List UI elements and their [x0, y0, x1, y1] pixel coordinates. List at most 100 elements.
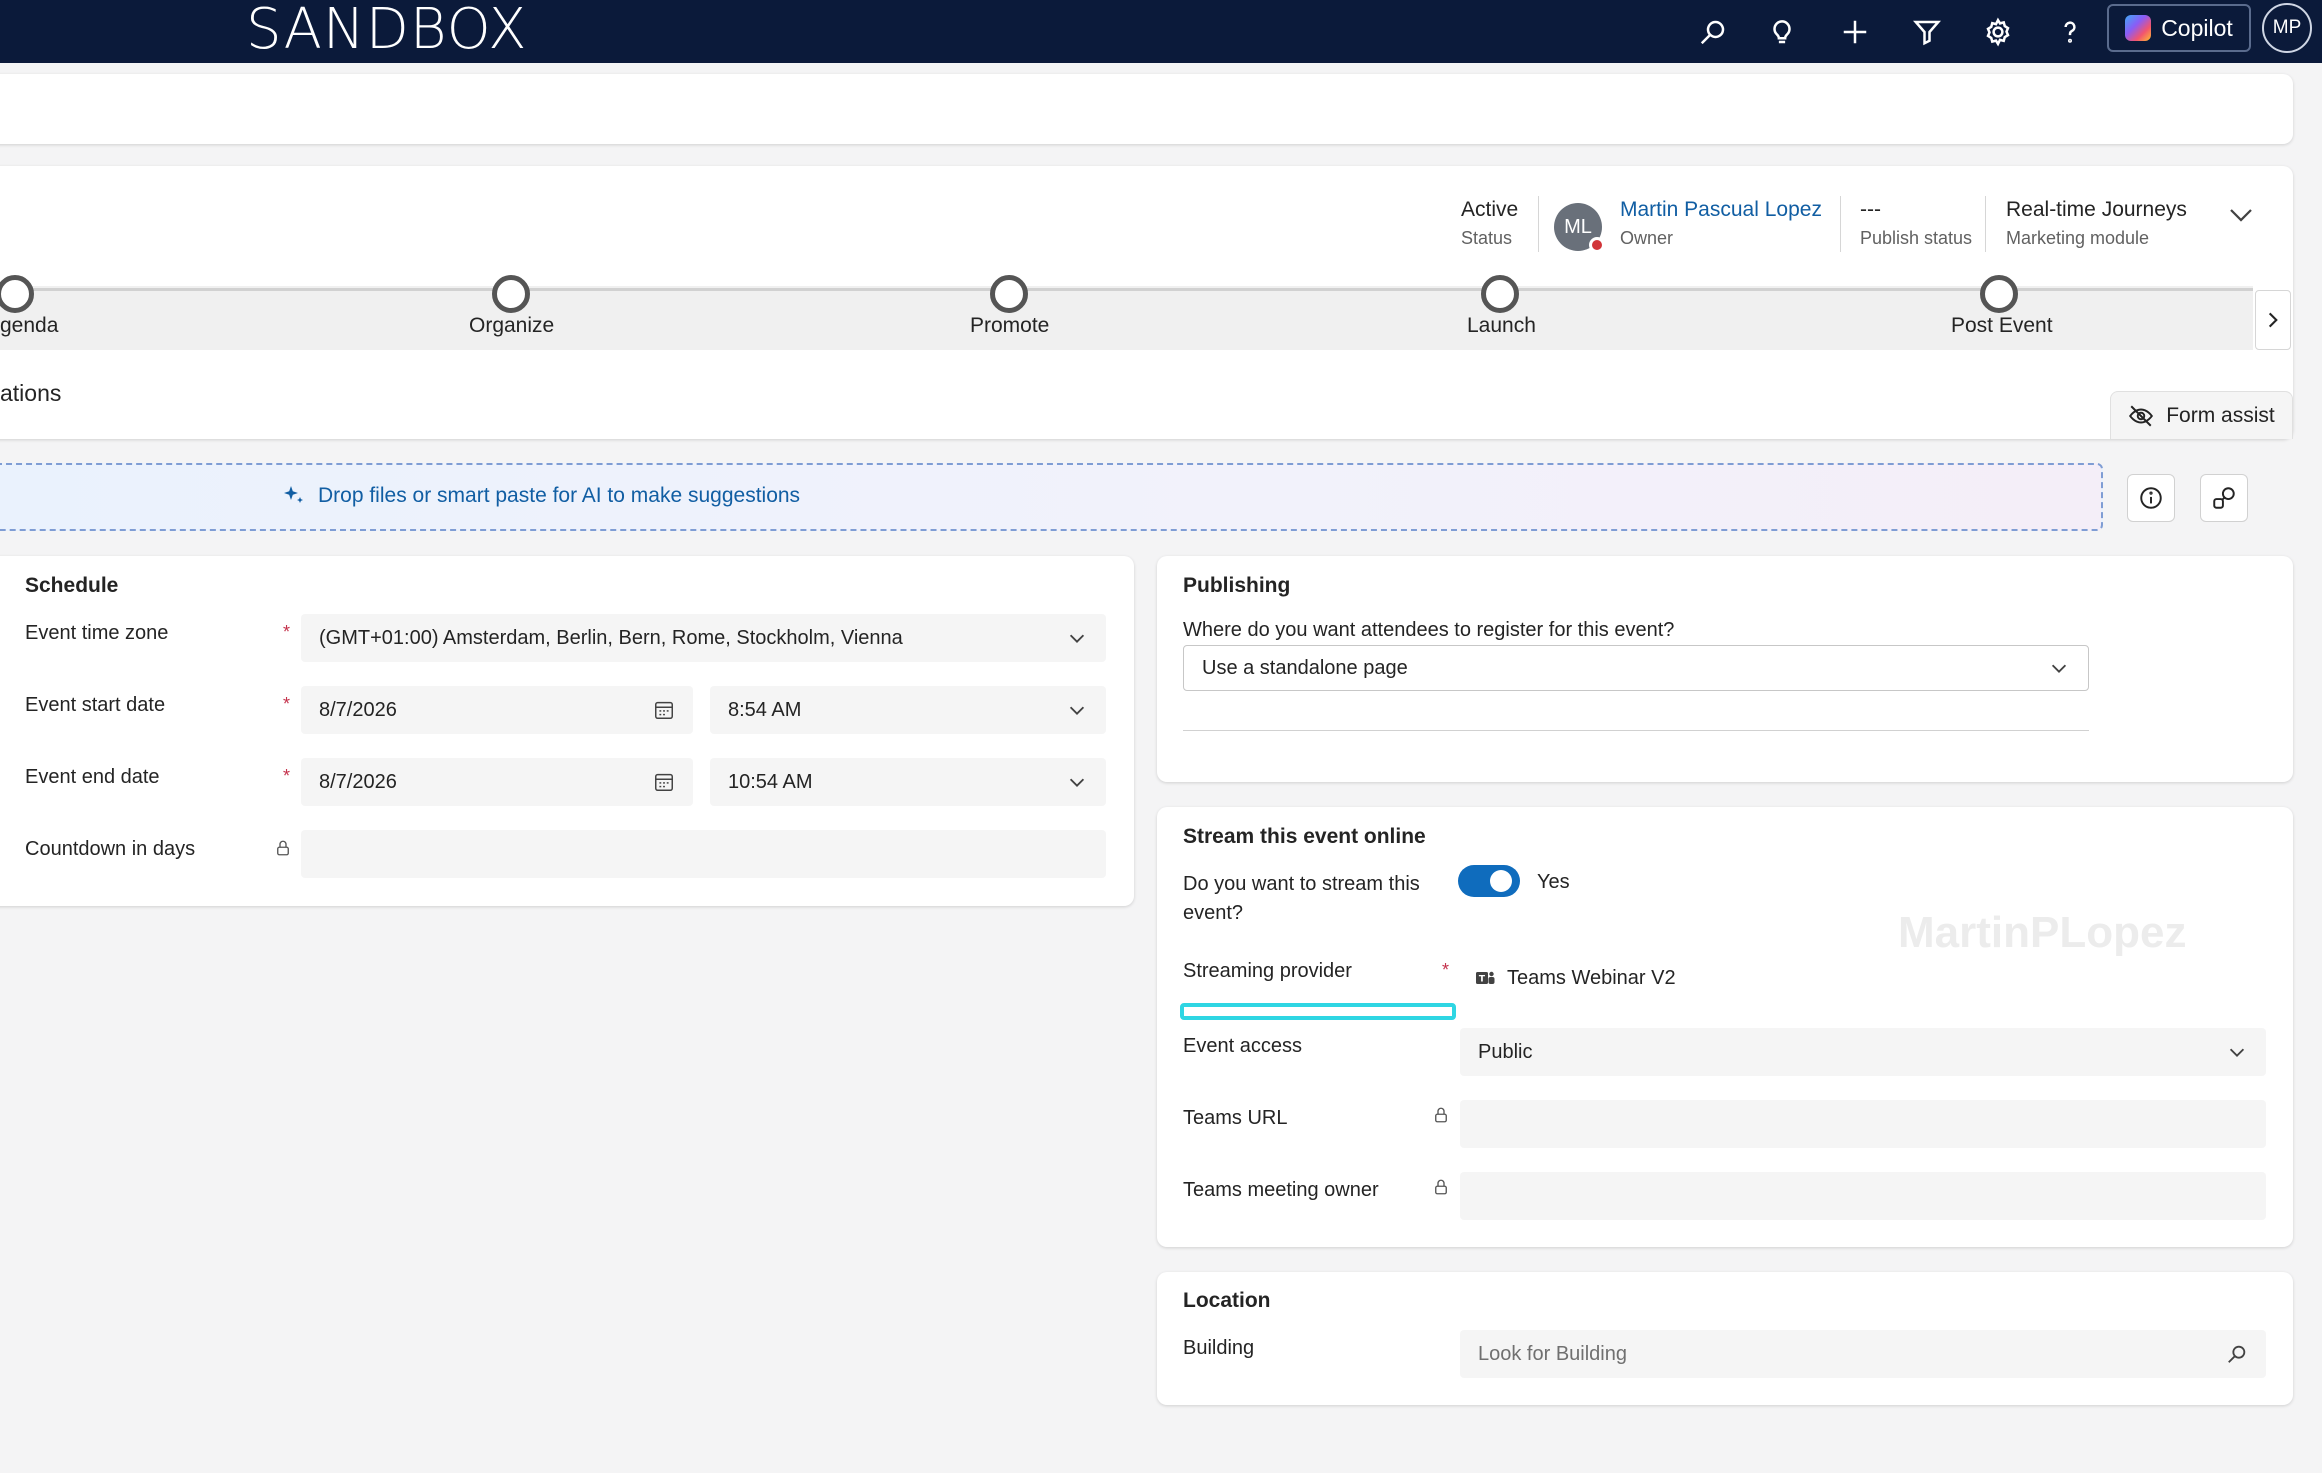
copilot-icon	[2125, 15, 2152, 41]
command-bar	[0, 74, 2293, 144]
event-time-zone-select[interactable]: (GMT+01:00) Amsterdam, Berlin, Bern, Rom…	[301, 614, 1106, 662]
teams-url-label: Teams URL	[1183, 1107, 1288, 1129]
gear-icon[interactable]	[1974, 8, 2022, 56]
building-lookup-input[interactable]: Look for Building	[1460, 1330, 2266, 1378]
event-time-zone-label: Event time zone	[25, 622, 169, 644]
registration-location-label: Where do you want attendees to register …	[1183, 619, 1675, 641]
marketing-module-value: Real-time Journeys	[2006, 198, 2187, 221]
stream-question-line2: event?	[1183, 902, 1244, 924]
stream-question-label: Do you want to stream this event?	[1183, 873, 1420, 925]
header-divider	[1538, 196, 1539, 252]
event-start-time-value: 8:54 AM	[728, 698, 802, 721]
chevron-down-icon	[1069, 634, 1085, 643]
stage-post-event-circle[interactable]	[1980, 275, 2018, 313]
copilot-label: Copilot	[2161, 14, 2233, 41]
stream-question-line1: Do you want to stream this	[1183, 873, 1420, 895]
teams-url-field	[1460, 1100, 2266, 1148]
ai-drop-zone-prompt[interactable]: Drop files or smart paste for AI to make…	[282, 484, 800, 508]
chevron-down-icon[interactable]	[2226, 200, 2256, 230]
suggestions-button[interactable]	[2200, 474, 2248, 522]
streaming-provider-value[interactable]: Teams Webinar V2	[1507, 967, 1676, 990]
suggestion-icon	[2213, 487, 2235, 509]
stage-agenda-label[interactable]: genda	[0, 314, 58, 338]
building-label: Building	[1183, 1337, 1255, 1359]
stage-organize-circle[interactable]	[492, 275, 530, 313]
event-start-date-input[interactable]: 8/7/2026	[301, 686, 693, 734]
stage-launch-circle[interactable]	[1481, 275, 1519, 313]
stage-promote-label[interactable]: Promote	[970, 314, 1049, 338]
registration-location-value: Use a standalone page	[1202, 656, 1408, 679]
stage-launch-label[interactable]: Launch	[1467, 314, 1536, 338]
owner-label: Owner	[1620, 228, 1674, 248]
event-end-time-value: 10:54 AM	[728, 770, 813, 793]
stage-promote-circle[interactable]	[990, 275, 1028, 313]
event-start-date-label: Event start date	[25, 694, 166, 716]
filter-icon[interactable]	[1903, 8, 1951, 56]
event-start-time-select[interactable]: 8:54 AM	[710, 686, 1106, 734]
publish-status-field: --- Publish status	[1860, 198, 1972, 249]
lightbulb-icon[interactable]	[1758, 8, 1806, 56]
event-end-date-value: 8/7/2026	[319, 770, 397, 793]
header-divider	[1840, 196, 1841, 252]
chevron-down-icon	[2229, 1048, 2245, 1057]
focus-highlight	[1180, 1003, 1456, 1020]
search-icon[interactable]	[1689, 8, 1737, 56]
building-placeholder: Look for Building	[1478, 1342, 1627, 1365]
teams-meeting-owner-field	[1460, 1172, 2266, 1220]
marketing-module-field: Real-time Journeys Marketing module	[2006, 198, 2187, 249]
teams-icon: T	[1473, 966, 1497, 995]
lock-icon	[1432, 1105, 1450, 1130]
event-access-select[interactable]: Public	[1460, 1028, 2266, 1076]
stage-post-event-label[interactable]: Post Event	[1951, 314, 2053, 338]
required-marker: *	[283, 694, 291, 714]
event-end-time-select[interactable]: 10:54 AM	[710, 758, 1106, 806]
lock-icon	[1432, 1177, 1450, 1202]
status-label: Status	[1461, 228, 1513, 248]
event-time-zone-value: (GMT+01:00) Amsterdam, Berlin, Bern, Rom…	[319, 626, 903, 649]
plus-icon[interactable]	[1831, 8, 1879, 56]
countdown-in-days-field	[301, 830, 1106, 878]
next-stage-button[interactable]	[2255, 290, 2291, 350]
tab-registrations[interactable]: ations	[0, 380, 61, 407]
event-access-label: Event access	[1183, 1035, 1302, 1057]
field-divider	[1183, 730, 2089, 731]
required-marker: *	[283, 622, 291, 642]
stream-toggle-label: Yes	[1537, 871, 1570, 893]
countdown-in-days-label: Countdown in days	[25, 838, 196, 860]
publish-status-value: ---	[1860, 198, 1881, 221]
chevron-down-icon	[1069, 778, 1085, 787]
event-end-date-input[interactable]: 8/7/2026	[301, 758, 693, 806]
lock-icon	[274, 838, 292, 863]
search-icon	[2228, 1345, 2246, 1363]
copilot-button[interactable]: Copilot	[2107, 4, 2251, 52]
form-assist-button[interactable]: Form assist	[2110, 391, 2293, 439]
required-marker: *	[1442, 960, 1450, 980]
user-avatar[interactable]: MP	[2262, 3, 2312, 53]
teams-meeting-owner-label: Teams meeting owner	[1183, 1179, 1379, 1201]
eye-off-icon	[2129, 405, 2154, 426]
streaming-provider-label: Streaming provider	[1183, 960, 1352, 982]
chevron-down-icon	[2051, 664, 2067, 673]
calendar-icon	[655, 773, 673, 791]
help-icon[interactable]	[2046, 8, 2094, 56]
environment-title: SANDBOX	[246, 0, 528, 62]
process-line	[0, 288, 2253, 291]
sparkle-icon	[284, 486, 303, 503]
status-field: Active Status	[1461, 198, 1518, 249]
event-access-value: Public	[1478, 1040, 1533, 1063]
chevron-down-icon	[1069, 706, 1085, 715]
status-value: Active	[1461, 198, 1519, 221]
publish-status-label: Publish status	[1860, 228, 1973, 248]
schedule-title: Schedule	[25, 574, 119, 597]
header-divider	[1985, 196, 1986, 252]
registration-location-select[interactable]: Use a standalone page	[1183, 645, 2089, 691]
svg-text:T: T	[1479, 975, 1486, 985]
location-title: Location	[1183, 1289, 1271, 1312]
info-icon	[2140, 487, 2162, 509]
chevron-right-icon	[2268, 312, 2278, 328]
publishing-title: Publishing	[1183, 574, 1291, 597]
stage-organize-label[interactable]: Organize	[469, 314, 554, 338]
owner-name-link[interactable]: Martin Pascual Lopez	[1620, 198, 1822, 222]
info-button[interactable]	[2127, 474, 2175, 522]
stream-toggle-knob	[1490, 870, 1512, 892]
